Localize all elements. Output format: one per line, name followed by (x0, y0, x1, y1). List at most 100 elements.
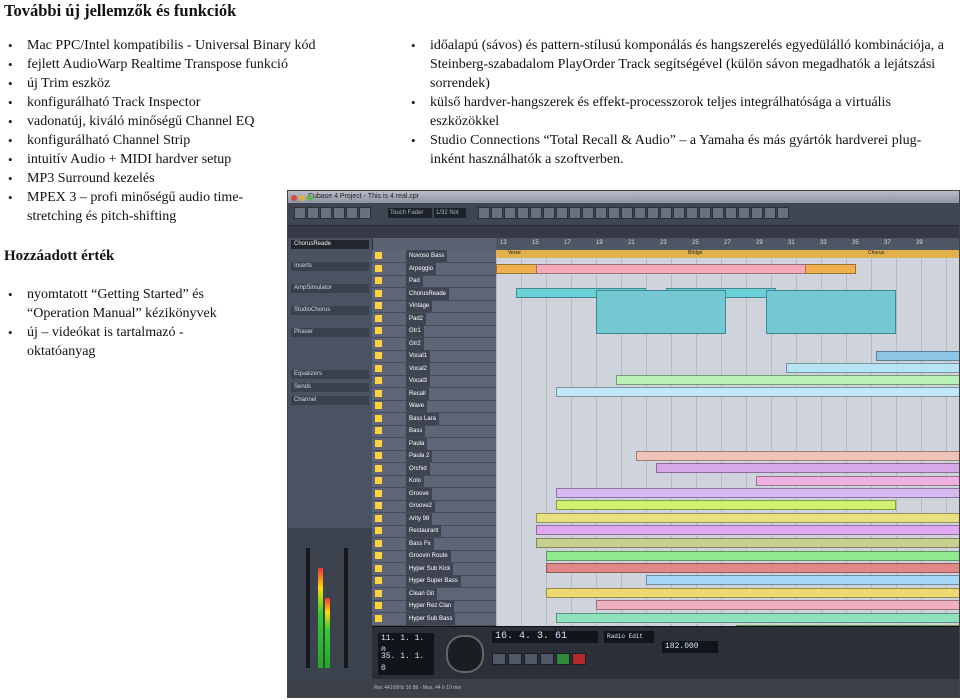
rewind-button[interactable] (492, 653, 506, 665)
inspector-section[interactable]: AmpSimulator (291, 284, 369, 293)
toolbar-tool-button[interactable] (543, 207, 555, 219)
toolbar-tool-button[interactable] (517, 207, 529, 219)
mute-icon[interactable] (375, 439, 382, 447)
mute-icon[interactable] (375, 552, 382, 559)
track-row[interactable]: Hyper Sub Kick (372, 562, 496, 576)
arrange-part[interactable] (656, 463, 959, 473)
toolbar-tool-button[interactable] (504, 207, 516, 219)
track-row[interactable]: Orchid (372, 462, 496, 476)
mute-icon[interactable] (375, 614, 382, 622)
audio-event[interactable] (766, 290, 896, 334)
arrange-part[interactable] (546, 563, 959, 573)
arrange-part[interactable] (556, 613, 959, 623)
jog-wheel[interactable] (446, 635, 484, 673)
track-row[interactable]: Vocal3 (372, 375, 496, 388)
track-row[interactable]: Pad2 (372, 312, 496, 326)
quantize-field[interactable]: 1/32 Not (434, 208, 466, 218)
track-row[interactable]: Hyper Rez Clan (372, 600, 496, 613)
marker-label[interactable]: Bridge (688, 250, 702, 256)
toolbar-tool-button[interactable] (764, 207, 776, 219)
audio-event[interactable] (596, 290, 726, 334)
track-row[interactable]: Arity 98 (372, 512, 496, 526)
mute-icon[interactable] (375, 502, 382, 509)
toolbar-tool-button[interactable] (621, 207, 633, 219)
arrange-part[interactable] (756, 476, 959, 486)
mute-icon[interactable] (375, 539, 382, 547)
arrange-part[interactable] (536, 513, 959, 523)
track-row[interactable]: Clean Git (372, 587, 496, 601)
mute-icon[interactable] (375, 364, 382, 372)
toolbar-tool-button[interactable] (530, 207, 542, 219)
mute-icon[interactable] (375, 564, 382, 572)
toolbar-tool-button[interactable] (699, 207, 711, 219)
minimize-icon[interactable] (299, 195, 305, 201)
toolbar-button[interactable] (307, 207, 319, 219)
track-row[interactable]: Restaurant (372, 525, 496, 538)
track-row[interactable]: Vocal2 (372, 362, 496, 376)
track-row[interactable]: Groove2 (372, 500, 496, 513)
arrange-part[interactable] (546, 588, 959, 598)
track-row[interactable]: Bass Lara (372, 412, 496, 426)
toolbar-button[interactable] (294, 207, 306, 219)
track-row[interactable]: Hyper Sub Bass (372, 612, 496, 626)
track-row[interactable]: Gtr2 (372, 337, 496, 351)
mute-icon[interactable] (375, 577, 382, 584)
arrange-part[interactable] (616, 375, 959, 385)
track-row[interactable]: Vocal1 (372, 350, 496, 363)
track-row[interactable]: Recall (372, 387, 496, 401)
mute-icon[interactable] (375, 389, 382, 397)
arrange-part[interactable] (536, 538, 959, 548)
mute-icon[interactable] (375, 264, 382, 272)
mute-icon[interactable] (375, 339, 382, 347)
toolbar-tool-button[interactable] (556, 207, 568, 219)
toolbar-tool-button[interactable] (660, 207, 672, 219)
arrange-part[interactable] (876, 351, 959, 361)
arrange-part[interactable] (596, 600, 959, 610)
automation-mode[interactable]: Touch Fader (388, 208, 432, 218)
inspector-section[interactable]: ChorusReade (291, 240, 369, 249)
mute-icon[interactable] (375, 427, 382, 434)
play-button[interactable] (556, 653, 570, 665)
toolbar-tool-button[interactable] (686, 207, 698, 219)
arrange-part[interactable] (556, 488, 959, 498)
track-row[interactable]: Gtr1 (372, 325, 496, 338)
arrange-part[interactable] (536, 264, 806, 274)
track-row[interactable]: Nuvoso Bass (372, 250, 496, 263)
track-row[interactable]: Paula (372, 437, 496, 451)
mute-icon[interactable] (375, 527, 382, 534)
toolbar-tool-button[interactable] (595, 207, 607, 219)
toolbar-tool-button[interactable] (608, 207, 620, 219)
mute-icon[interactable] (375, 277, 382, 284)
arrange-part[interactable] (556, 387, 959, 397)
toolbar-tool-button[interactable] (777, 207, 789, 219)
mute-icon[interactable] (375, 402, 382, 409)
inspector-section[interactable]: Phaser (291, 328, 369, 337)
toolbar-button[interactable] (333, 207, 345, 219)
toolbar-tool-button[interactable] (751, 207, 763, 219)
mute-icon[interactable] (375, 252, 382, 259)
mute-icon[interactable] (375, 514, 382, 522)
track-row[interactable]: Hyper Super Bass (372, 575, 496, 588)
toolbar-tool-button[interactable] (634, 207, 646, 219)
inspector-section[interactable]: Equalizers (291, 370, 369, 379)
track-row[interactable]: Arpeggio (372, 262, 496, 276)
toolbar-tool-button[interactable] (569, 207, 581, 219)
marker-label[interactable]: Verse (508, 250, 521, 256)
toolbar-tool-button[interactable] (738, 207, 750, 219)
record-button[interactable] (572, 653, 586, 665)
mute-icon[interactable] (375, 602, 382, 609)
mute-icon[interactable] (375, 452, 382, 459)
arrange-part[interactable] (636, 451, 959, 461)
toolbar-tool-button[interactable] (673, 207, 685, 219)
mute-icon[interactable] (375, 589, 382, 597)
inspector-section[interactable]: Channel (291, 396, 369, 405)
mute-icon[interactable] (375, 377, 382, 384)
inspector-section[interactable]: Inserts (291, 262, 369, 271)
inspector-section[interactable]: Sends (291, 383, 369, 392)
arrange-part[interactable] (786, 363, 959, 373)
toolbar-button[interactable] (346, 207, 358, 219)
stop-button[interactable] (540, 653, 554, 665)
toolbar-tool-button[interactable] (712, 207, 724, 219)
arrange-part[interactable] (646, 575, 959, 585)
inspector-section[interactable]: StudioChorus (291, 306, 369, 315)
